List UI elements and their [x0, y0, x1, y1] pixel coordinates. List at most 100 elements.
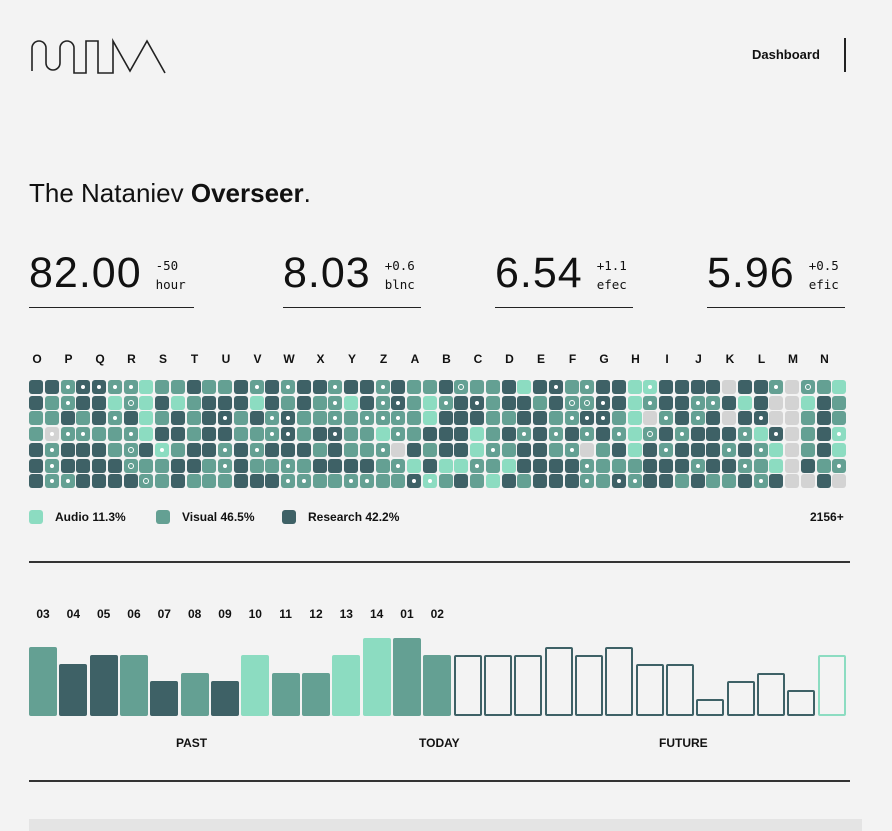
grid-cell [643, 380, 658, 394]
dot-marker-icon [664, 416, 668, 421]
grid-cell [800, 411, 815, 426]
grid-cell [29, 427, 43, 442]
grid-cell [737, 474, 752, 489]
grid-cell [29, 411, 43, 426]
grid-cell [816, 395, 831, 410]
grid-cell [470, 380, 484, 394]
grid-cell [139, 474, 154, 489]
ring-marker-icon [143, 478, 150, 485]
grid-cell [328, 380, 343, 394]
grid-cell [312, 380, 327, 394]
grid-cell [76, 395, 91, 410]
stat-unit: hour [155, 277, 186, 292]
dot-marker-icon [585, 385, 590, 389]
tick-label: 08 [187, 607, 202, 621]
label-future: FUTURE [659, 736, 708, 750]
grid-cell [485, 458, 500, 473]
stat-blnc: 8.03 +0.6 blnc [283, 250, 421, 308]
grid-cell [800, 458, 815, 473]
grid-cell [596, 427, 610, 442]
grid-cell [375, 442, 390, 457]
grid-cell [249, 458, 264, 473]
grid-cell [312, 411, 327, 426]
column-label-I: I [665, 352, 669, 366]
grid-cell [155, 442, 169, 457]
grid-cell [265, 380, 280, 394]
grid-cell [816, 427, 831, 442]
dot-marker-icon [396, 463, 401, 468]
grid-cell [123, 411, 138, 426]
dot-marker-icon [758, 416, 763, 421]
grid-cell [580, 458, 595, 473]
grid-cell [328, 474, 343, 489]
grid-cell [785, 395, 799, 410]
legend-label: Visual 46.5% [182, 510, 255, 524]
grid-cell [107, 458, 122, 473]
grid-cell [674, 427, 689, 442]
tick-label: 06 [127, 607, 141, 621]
dashboard-link[interactable]: Dashboard [752, 47, 820, 62]
grid-cell [107, 380, 122, 394]
grid-cell [407, 442, 421, 457]
grid-cell [359, 427, 374, 442]
label-past: PAST [176, 736, 208, 750]
dot-marker-icon [553, 432, 558, 437]
grid-cell [407, 427, 421, 442]
grid-cell [611, 411, 626, 426]
grid-cell [470, 442, 484, 457]
grid-cell [800, 442, 815, 457]
grid-cell [816, 442, 831, 457]
grid-cell [281, 380, 295, 394]
grid-cell [218, 427, 232, 442]
grid-cell [485, 380, 500, 394]
title-bold: Overseer [190, 178, 304, 208]
grid-cell [186, 458, 201, 473]
grid-cell [375, 380, 390, 394]
grid-cell [753, 442, 768, 457]
grid-cell [344, 395, 358, 410]
stat-efic: 5.96 +0.5 efic [707, 250, 845, 308]
column-label-Y: Y [347, 352, 356, 366]
grid-cell [533, 411, 547, 426]
grid-cell [753, 427, 768, 442]
grid-cell [92, 442, 106, 457]
dot-marker-icon [270, 432, 275, 437]
dot-marker-icon [648, 400, 653, 405]
grid-cell [123, 458, 138, 473]
column-label-M: M [788, 352, 798, 366]
grid-cell [155, 458, 169, 473]
grid-cell [107, 411, 122, 426]
dot-marker-icon [443, 400, 448, 405]
grid-cell [60, 395, 75, 410]
grid-cell [422, 442, 437, 457]
grid-cell [438, 380, 453, 394]
dot-marker-icon [585, 463, 590, 468]
audio-swatch [29, 510, 43, 524]
grid-cell [422, 427, 437, 442]
grid-cell [92, 427, 106, 442]
grid-cell [218, 395, 232, 410]
dot-marker-icon [742, 463, 747, 468]
dot-marker-icon [286, 479, 290, 484]
grid-cell [123, 427, 138, 442]
grid-cell [690, 395, 705, 410]
dot-marker-icon [270, 416, 275, 421]
bar-future [665, 664, 694, 716]
bar-past-01 [392, 638, 421, 716]
grid-cell [501, 458, 516, 473]
ring-marker-icon [127, 446, 134, 453]
bar-future [514, 655, 543, 716]
stat-unit: efec [596, 277, 627, 292]
tick-label: 04 [66, 607, 80, 621]
grid-cell [580, 427, 595, 442]
grid-cell [359, 458, 374, 473]
dot-marker-icon [837, 463, 842, 468]
dot-marker-icon [333, 385, 338, 389]
dot-marker-icon [97, 385, 101, 389]
grid-cell [517, 380, 532, 394]
grid-cell [596, 380, 610, 394]
column-label-B: B [442, 352, 451, 366]
grid-cell [722, 427, 736, 442]
grid-cell [690, 427, 705, 442]
grid-cell [375, 427, 390, 442]
